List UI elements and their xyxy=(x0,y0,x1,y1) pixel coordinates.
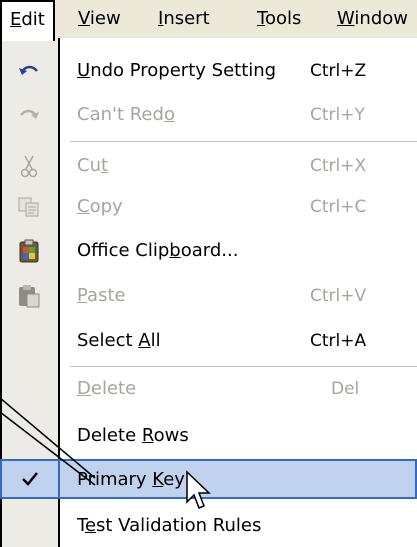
test-validation-icon-slot xyxy=(0,505,58,547)
menu-insert[interactable]: Insert xyxy=(158,0,210,38)
delete-icon-slot xyxy=(0,368,58,410)
redo-icon xyxy=(0,94,58,136)
undo-shortcut: Ctrl+Z xyxy=(310,61,367,81)
mouse-cursor-icon xyxy=(186,470,211,509)
cut-label: Cut xyxy=(77,155,109,176)
menu-window[interactable]: Window xyxy=(337,0,408,38)
undo-icon xyxy=(0,50,58,92)
menu-item-paste[interactable]: Paste Ctrl+V xyxy=(0,275,417,317)
copy-icon xyxy=(0,186,58,228)
menu-item-primary-key[interactable]: Primary Key xyxy=(58,459,417,499)
redo-shortcut: Ctrl+Y xyxy=(310,105,365,125)
undo-label: Undo Property Setting xyxy=(77,60,277,81)
copy-label: Copy xyxy=(77,196,123,217)
menu-separator xyxy=(70,141,417,142)
menu-item-undo[interactable]: Undo Property Setting Ctrl+Z xyxy=(0,50,417,92)
checkmark-icon xyxy=(0,459,58,499)
menu-edit[interactable]: Edit xyxy=(0,0,55,41)
delete-rows-label: Delete Rows xyxy=(77,425,189,446)
cut-shortcut: Ctrl+X xyxy=(310,156,367,176)
delete-shortcut: Del xyxy=(331,379,360,399)
menu-item-redo[interactable]: Can't Redo Ctrl+Y xyxy=(0,94,417,136)
menu-item-delete[interactable]: Delete Del xyxy=(0,368,417,410)
office-clipboard-icon xyxy=(0,230,58,272)
paste-shortcut: Ctrl+V xyxy=(310,286,367,306)
delete-label: Delete xyxy=(77,378,137,399)
primary-key-label: Primary Key xyxy=(77,469,185,490)
menu-item-copy[interactable]: Copy Ctrl+C xyxy=(0,186,417,228)
menu-item-cut[interactable]: Cut Ctrl+X xyxy=(0,145,417,187)
paste-label: Paste xyxy=(77,285,126,306)
select-all-label: Select All xyxy=(77,330,161,351)
menu-item-office-clipboard[interactable]: Office Clipboard... xyxy=(0,230,417,272)
redo-label: Can't Redo xyxy=(77,104,175,125)
test-validation-rules-label: Test Validation Rules xyxy=(77,515,262,536)
menu-item-select-all[interactable]: Select All Ctrl+A xyxy=(0,320,417,362)
office-clipboard-label: Office Clipboard... xyxy=(77,240,239,261)
menu-separator xyxy=(70,366,417,367)
menu-tools[interactable]: Tools xyxy=(257,0,301,38)
select-all-icon-slot xyxy=(0,320,58,362)
menu-item-delete-rows[interactable]: Delete Rows xyxy=(0,415,417,457)
menu-bar: Edit View Insert Tools Window xyxy=(0,0,417,41)
scissors-icon xyxy=(0,145,58,187)
paste-icon xyxy=(0,275,58,317)
copy-shortcut: Ctrl+C xyxy=(310,197,367,217)
menu-view[interactable]: View xyxy=(78,0,121,38)
delete-rows-icon-slot xyxy=(0,415,58,457)
select-all-shortcut: Ctrl+A xyxy=(310,331,367,351)
